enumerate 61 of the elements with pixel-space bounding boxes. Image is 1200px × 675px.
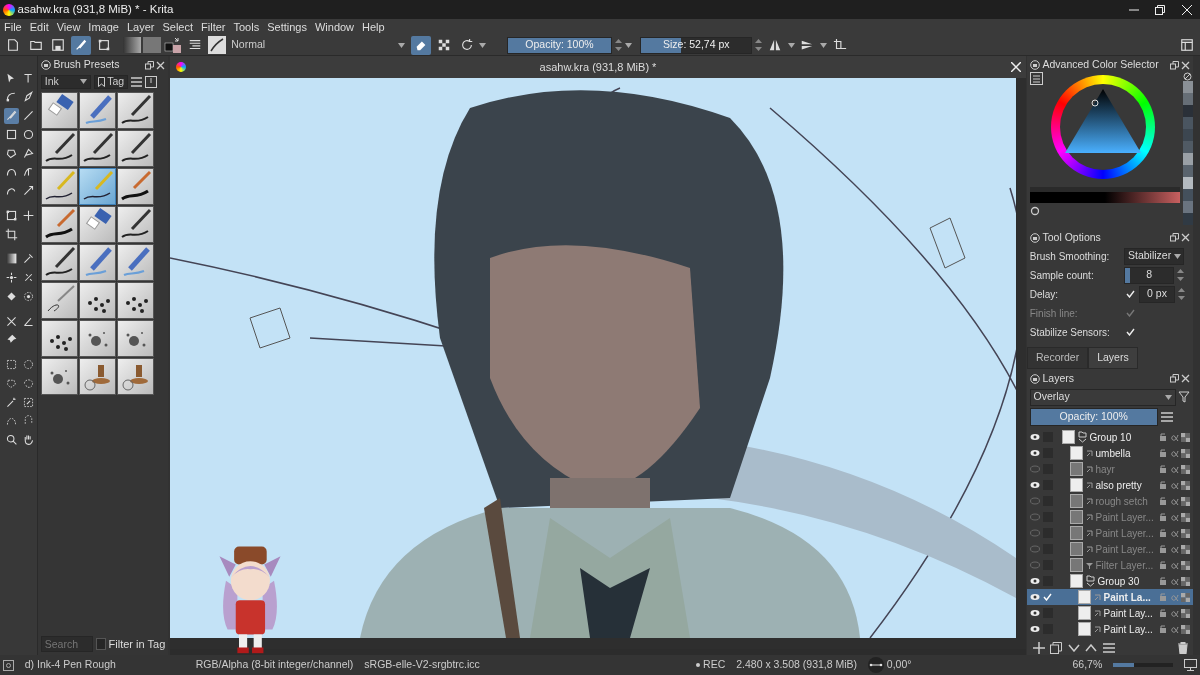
menu-item[interactable]: Help xyxy=(358,18,389,36)
docker-title: Advanced Color Selector xyxy=(1042,57,1160,73)
checkbox-label: Filter in Tag xyxy=(108,636,166,652)
search-field[interactable]: Search xyxy=(40,636,93,652)
docker-title: Tool Options xyxy=(1042,229,1102,245)
rotation-value: 0,00° xyxy=(886,657,912,673)
layer-name: umbella xyxy=(1095,446,1132,461)
setting-label: Brush Smoothing: xyxy=(1029,249,1111,264)
menu-item[interactable]: Window xyxy=(310,18,359,36)
layer-name: Group 10 xyxy=(1089,430,1133,445)
record-label[interactable]: REC xyxy=(703,657,726,673)
menu-item[interactable]: Settings xyxy=(263,18,311,36)
menu-item[interactable]: Tools xyxy=(229,18,264,36)
layer-row[interactable]: Paint Lay... xyxy=(1027,605,1193,621)
layer-row[interactable]: also pretty xyxy=(1027,477,1193,493)
menu-item[interactable]: View xyxy=(52,18,85,36)
opacity-slider[interactable]: Opacity: 100% xyxy=(507,36,612,54)
layer-row[interactable]: Group 10 xyxy=(1027,429,1193,445)
layer-name: Filter Layer... xyxy=(1095,558,1155,573)
layer-name: Paint Layer... xyxy=(1095,526,1155,541)
tag-button[interactable]: Tag xyxy=(93,74,129,89)
spin-box[interactable]: 0 px xyxy=(1139,285,1175,303)
layer-name: rough setch xyxy=(1095,494,1149,509)
color-model: RGB/Alpha (8-bit integer/channel) xyxy=(195,657,354,673)
zoom-value: 66,7% xyxy=(1072,657,1103,673)
setting-label: Sample count: xyxy=(1029,268,1095,283)
setting-label: Finish line: xyxy=(1029,306,1079,321)
layer-row[interactable]: Paint Lay... xyxy=(1027,621,1193,637)
layer-name: also pretty xyxy=(1095,478,1143,493)
dock-tab[interactable]: Layers xyxy=(1088,347,1138,369)
layer-row[interactable]: umbella xyxy=(1027,445,1193,461)
layer-name: Paint Lay... xyxy=(1103,606,1154,621)
tag-dropdown[interactable]: Ink xyxy=(40,74,91,89)
menu-item[interactable]: File xyxy=(0,18,26,36)
layer-name: Paint La... xyxy=(1103,590,1152,605)
window-title: asahw.kra (931,8 MiB) * - Krita xyxy=(17,1,175,17)
color-profile: sRGB-elle-V2-srgbtrc.icc xyxy=(364,657,481,673)
image-size: 2.480 x 3.508 (931,8 MiB) xyxy=(736,657,858,673)
layer-name: hayr xyxy=(1095,462,1116,477)
layer-name: Paint Layer... xyxy=(1095,542,1155,557)
menu-item[interactable]: Select xyxy=(158,18,198,36)
layer-row[interactable]: Group 30 xyxy=(1027,573,1193,589)
menu-item[interactable]: Layer xyxy=(122,18,159,36)
menu-item[interactable]: Image xyxy=(84,18,123,36)
blend-mode-dropdown[interactable]: Overlay xyxy=(1029,388,1176,406)
setting-label: Stabilize Sensors: xyxy=(1029,325,1111,340)
smoothing-dropdown[interactable]: Stabilizer xyxy=(1124,247,1185,265)
layer-name: Paint Layer... xyxy=(1095,510,1155,525)
document-title: asahw.kra (931,8 MiB) * xyxy=(538,59,658,75)
layer-name: Paint Lay... xyxy=(1103,622,1154,637)
menu-item[interactable]: Filter xyxy=(197,18,230,36)
dock-tab[interactable]: Recorder xyxy=(1027,347,1089,369)
docker-title: Layers xyxy=(1042,370,1075,386)
menu-item[interactable]: Edit xyxy=(25,18,53,36)
current-preset: d) Ink-4 Pen Rough xyxy=(24,657,117,673)
layer-name: Group 30 xyxy=(1097,574,1141,589)
setting-label: Delay: xyxy=(1029,287,1060,302)
docker-title: Brush Presets xyxy=(53,57,121,73)
layer-row[interactable]: Paint La... xyxy=(1027,589,1193,605)
opacity-slider[interactable]: Opacity: 100% xyxy=(1029,408,1158,427)
spin-box[interactable]: 8 xyxy=(1124,266,1175,284)
